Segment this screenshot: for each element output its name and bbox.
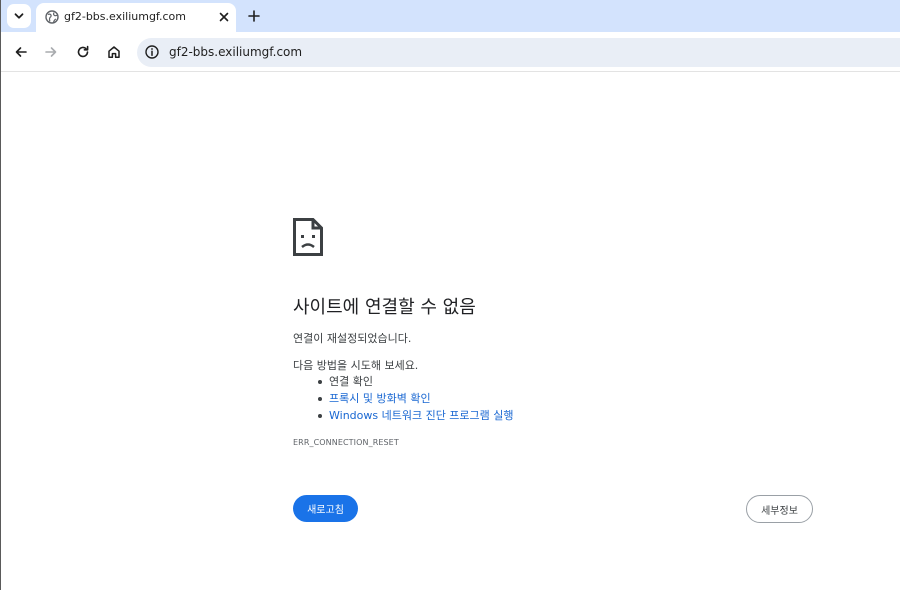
back-button[interactable] bbox=[9, 40, 33, 64]
tab-close-button[interactable] bbox=[216, 9, 232, 25]
url-text[interactable]: gf2-bbs.exiliumgf.com bbox=[169, 45, 302, 59]
active-tab[interactable]: gf2-bbs.exiliumgf.com bbox=[36, 3, 236, 32]
new-tab-button[interactable] bbox=[244, 6, 264, 26]
error-code: ERR_CONNECTION_RESET bbox=[293, 438, 399, 447]
plus-icon bbox=[248, 10, 260, 22]
details-button[interactable]: 세부정보 bbox=[746, 495, 813, 523]
error-subtitle: 연결이 재설정되었습니다. bbox=[293, 332, 412, 345]
reload-page-button[interactable]: 새로고침 bbox=[293, 495, 358, 522]
tab-title: gf2-bbs.exiliumgf.com bbox=[64, 10, 186, 23]
info-icon[interactable] bbox=[144, 44, 160, 60]
suggestion-run-network-diagnostics-link[interactable]: Windows 네트워크 진단 프로그램 실행 bbox=[317, 407, 514, 424]
reload-icon bbox=[77, 45, 89, 58]
tab-strip: gf2-bbs.exiliumgf.com bbox=[1, 0, 900, 32]
error-title: 사이트에 연결할 수 없음 bbox=[293, 297, 476, 318]
forward-button[interactable] bbox=[39, 40, 63, 64]
toolbar: gf2-bbs.exiliumgf.com bbox=[1, 32, 900, 72]
arrow-right-icon bbox=[45, 47, 57, 57]
home-icon bbox=[108, 46, 120, 58]
chevron-down-icon bbox=[14, 13, 24, 19]
home-button[interactable] bbox=[102, 40, 126, 64]
close-icon bbox=[219, 12, 229, 22]
browser-window: gf2-bbs.exiliumgf.com gf2-bbs.exiliumgf.… bbox=[0, 0, 900, 590]
tab-search-button[interactable] bbox=[7, 4, 31, 28]
arrow-left-icon bbox=[15, 47, 27, 57]
suggestion-check-connection: 연결 확인 bbox=[317, 373, 514, 390]
globe-icon bbox=[45, 10, 59, 24]
suggestion-check-proxy-firewall-link[interactable]: 프록시 및 방화벽 확인 bbox=[317, 390, 514, 407]
suggestions-list: 연결 확인 프록시 및 방화벽 확인 Windows 네트워크 진단 프로그램 … bbox=[317, 373, 514, 424]
error-page: 사이트에 연결할 수 없음 연결이 재설정되었습니다. 다음 방법을 시도해 보… bbox=[1, 73, 900, 590]
reload-button[interactable] bbox=[71, 40, 95, 64]
suggestions-heading: 다음 방법을 시도해 보세요. bbox=[293, 359, 419, 372]
sad-page-icon bbox=[293, 218, 323, 256]
address-bar[interactable]: gf2-bbs.exiliumgf.com bbox=[137, 38, 900, 67]
